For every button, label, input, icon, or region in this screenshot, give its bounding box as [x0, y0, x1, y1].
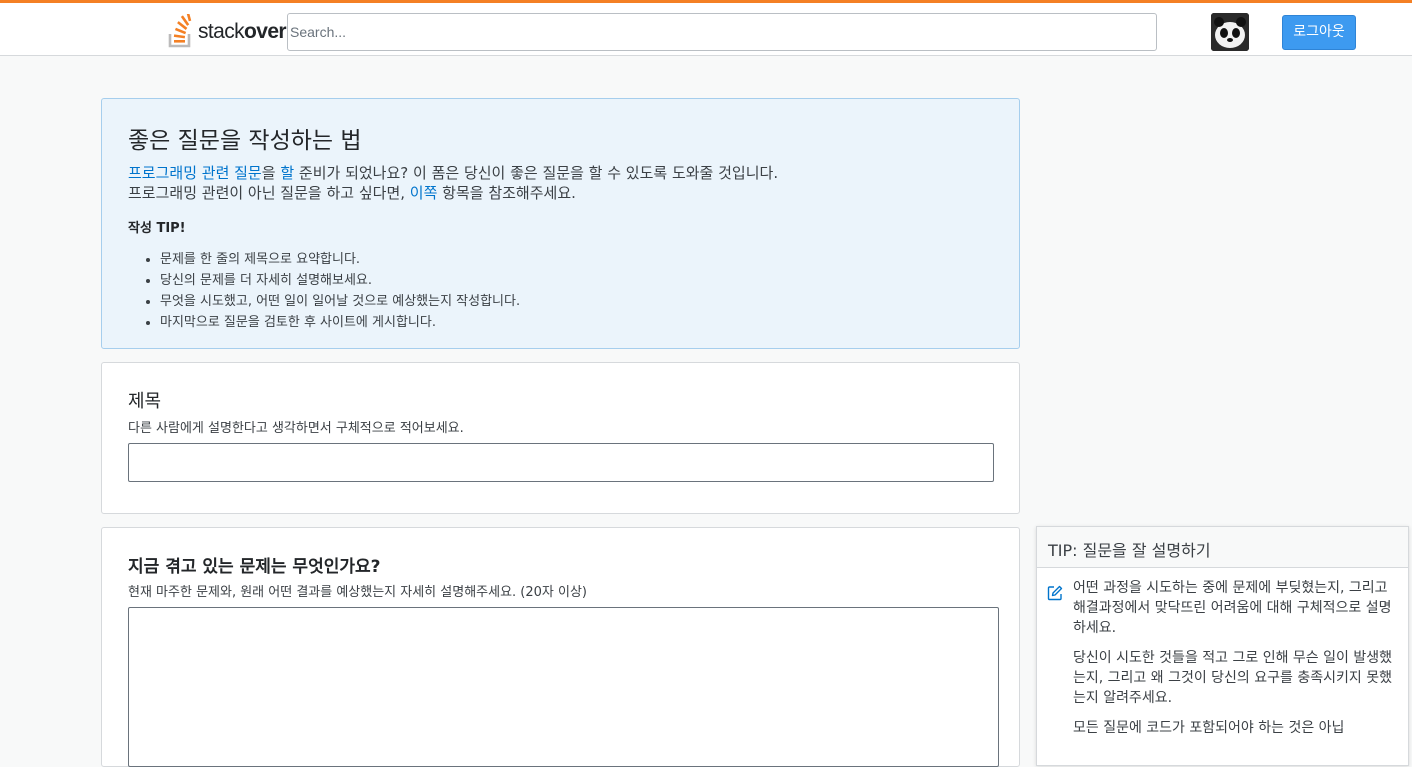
problem-textarea[interactable]	[128, 607, 999, 767]
guide-intro-line2: 프로그래밍 관련이 아닌 질문을 하고 싶다면, 이쪽 항목을 참조해주세요.	[128, 184, 576, 202]
logo-wordmark: stackover	[198, 20, 287, 43]
tip-item: 마지막으로 질문을 검토한 후 사이트에 게시합니다.	[160, 312, 993, 333]
title-hint: 다른 사람에게 설명한다고 생각하면서 구체적으로 적어보세요.	[128, 421, 464, 436]
other-topics-link[interactable]: 이쪽	[410, 184, 438, 202]
ask-link[interactable]: 할	[280, 164, 294, 182]
logout-button[interactable]: 로그아웃	[1282, 15, 1356, 50]
title-heading: 제목	[128, 391, 162, 412]
guide-intro-line1: 프로그래밍 관련 질문을 할 준비가 되었나요? 이 폼은 당신이 좋은 질문을…	[128, 164, 779, 182]
programming-question-link[interactable]: 프로그래밍 관련 질문	[128, 164, 262, 182]
side-tip-paragraph: 당신이 시도한 것들을 적고 그로 인해 무슨 일이 발생했는지, 그리고 왜 …	[1073, 650, 1392, 706]
stack-logo-icon	[168, 14, 192, 48]
search-input[interactable]	[287, 13, 1157, 51]
side-tip-title: TIP: 질문을 잘 설명하기	[1037, 527, 1408, 568]
tip-label: 작성 TIP!	[128, 221, 186, 236]
guide-title: 좋은 질문을 작성하는 법	[128, 128, 362, 154]
tip-item: 문제를 한 줄의 제목으로 요약합니다.	[160, 249, 993, 270]
side-tip-paragraph: 모든 질문에 코드가 포함되어야 하는 것은 아닙	[1073, 720, 1345, 736]
title-input[interactable]	[128, 443, 994, 482]
tip-list: 문제를 한 줄의 제목으로 요약합니다. 당신의 문제를 더 자세히 설명해보세…	[128, 249, 993, 333]
problem-hint: 현재 마주한 문제와, 원래 어떤 결과를 예상했는지 자세히 설명해주세요. …	[128, 585, 587, 600]
avatar[interactable]	[1211, 13, 1249, 51]
tip-item: 당신의 문제를 더 자세히 설명해보세요.	[160, 270, 993, 291]
side-tip-paragraph: 어떤 과정을 시도하는 중에 문제에 부딪혔는지, 그리고 해결과정에서 맞닥뜨…	[1073, 580, 1392, 636]
edit-icon	[1047, 585, 1063, 601]
tip-item: 무엇을 시도했고, 어떤 일이 일어날 것으로 예상했는지 작성합니다.	[160, 291, 993, 312]
site-logo[interactable]: stackover	[168, 14, 288, 48]
question-guide-panel: 좋은 질문을 작성하는 법 프로그래밍 관련 질문을 할 준비가 되었나요? 이…	[101, 98, 1020, 349]
problem-heading: 지금 겪고 있는 문제는 무엇인가요?	[128, 557, 381, 577]
title-section: 제목 다른 사람에게 설명한다고 생각하면서 구체적으로 적어보세요.	[101, 362, 1020, 514]
side-tip-body: 어떤 과정을 시도하는 중에 문제에 부딪혔는지, 그리고 해결과정에서 맞닥뜨…	[1037, 568, 1408, 738]
problem-section: 지금 겪고 있는 문제는 무엇인가요? 현재 마주한 문제와, 원래 어떤 결과…	[101, 527, 1020, 767]
panda-avatar-icon	[1211, 13, 1249, 51]
top-bar: stackover 로그아웃	[0, 0, 1412, 56]
side-tip-panel: TIP: 질문을 잘 설명하기 어떤 과정을 시도하는 중에 문제에 부딪혔는지…	[1036, 526, 1409, 766]
